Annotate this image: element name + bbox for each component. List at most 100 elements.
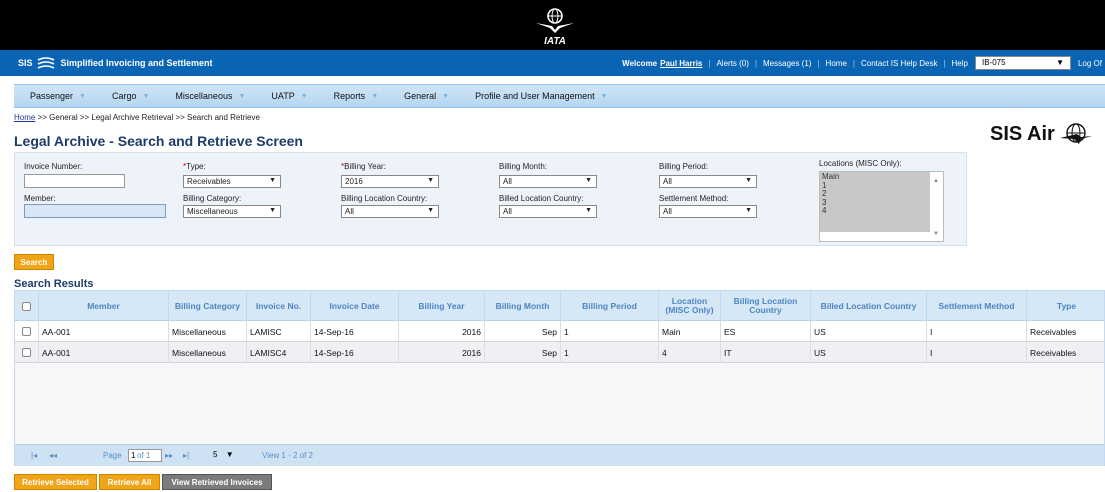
cell-member: AA-001 (39, 342, 169, 363)
page-title: Legal Archive - Search and Retrieve Scre… (14, 133, 303, 149)
col-invoice-date[interactable]: Invoice Date (311, 291, 399, 321)
nav-uatp[interactable]: UATP ▼ (255, 85, 317, 107)
header-bar: SIS Simplified Invoicing and Settlement … (0, 50, 1105, 76)
nav-label: Reports (333, 91, 366, 101)
breadcrumb-path: >> General >> Legal Archive Retrieval >>… (37, 113, 260, 122)
billing-location-country-select[interactable]: All ▼ (341, 205, 439, 218)
select-all-checkbox[interactable] (22, 301, 31, 311)
row-select (15, 342, 39, 363)
prev-page-icon[interactable]: ◂◂ (49, 451, 57, 460)
col-billing-location-country[interactable]: Billing Location Country (721, 291, 811, 321)
col-billed-location-country[interactable]: Billed Location Country (811, 291, 927, 321)
cell-billed-location-country: US (811, 321, 927, 342)
row-checkbox[interactable] (22, 348, 31, 357)
cell-type: Receivables (1030, 347, 1077, 358)
member-label: Member: (24, 194, 56, 203)
location-option[interactable]: 1 (822, 181, 928, 191)
cell-billing-month: Sep (485, 342, 561, 363)
alerts-link[interactable]: Alerts (0) (716, 59, 748, 68)
logoff-link[interactable]: Log Of (1078, 59, 1102, 68)
iata-logo: IATA (536, 8, 574, 46)
settlement-method-select[interactable]: All ▼ (659, 205, 757, 218)
cell-billing-period: 1 (561, 321, 659, 342)
cell-invoice-date: 14-Sep-16 (311, 342, 399, 363)
separator: | (817, 58, 820, 68)
billing-period-value: All (663, 177, 672, 186)
retrieve-all-button[interactable]: Retrieve All (99, 474, 160, 490)
col-settlement-method[interactable]: Settlement Method (927, 291, 1027, 321)
scroll-up-icon[interactable]: ▲ (933, 178, 939, 184)
home-link[interactable]: Home (826, 59, 847, 68)
billed-location-country-value: All (503, 207, 512, 216)
retrieve-selected-button[interactable]: Retrieve Selected (14, 474, 97, 490)
location-option[interactable]: 2 (822, 189, 928, 199)
member-input[interactable] (24, 204, 166, 218)
col-billing-year[interactable]: Billing Year (399, 291, 485, 321)
last-page-icon[interactable]: ▸| (183, 451, 189, 460)
billing-month-label: Billing Month: (499, 162, 548, 171)
locations-listbox[interactable]: Main 1 2 3 4 ▲ ▼ (819, 171, 944, 242)
type-select[interactable]: Receivables ▼ (183, 175, 281, 188)
chevron-down-icon: ▼ (585, 177, 592, 184)
sis-brand: SIS Simplified Invoicing and Settlement (18, 57, 213, 69)
chevron-down-icon: ▼ (585, 207, 592, 214)
view-retrieved-invoices-button[interactable]: View Retrieved Invoices (162, 474, 272, 490)
table-row[interactable]: AA-001 Miscellaneous LAMISC4 14-Sep-16 2… (15, 342, 1104, 363)
breadcrumb-home-link[interactable]: Home (14, 113, 35, 122)
nav-label: UATP (271, 91, 295, 101)
billing-location-country-value: All (345, 207, 354, 216)
separator: | (708, 58, 711, 68)
cell-billed-location-country: US (811, 342, 927, 363)
separator: | (943, 58, 946, 68)
billed-location-country-select[interactable]: All ▼ (499, 205, 597, 218)
invoice-number-input[interactable] (24, 174, 125, 188)
billing-year-select[interactable]: 2016 ▼ (341, 175, 439, 188)
col-invoice-no[interactable]: Invoice No. (247, 291, 311, 321)
member-code-select[interactable]: IB-075 ▼ (974, 56, 1071, 70)
messages-link[interactable]: Messages (1) (763, 59, 811, 68)
page-size-select[interactable]: 5 ▼ (211, 449, 247, 462)
billing-period-select[interactable]: All ▼ (659, 175, 757, 188)
next-page-icon[interactable]: ▸▸ (165, 451, 173, 460)
help-link[interactable]: Help (952, 59, 968, 68)
col-location[interactable]: Location (MISC Only) (659, 291, 721, 321)
cell-invoice-no: LAMISC (247, 321, 311, 342)
chevron-down-icon: ▼ (745, 207, 752, 214)
nav-label: General (404, 91, 437, 101)
nav-reports[interactable]: Reports ▼ (318, 85, 388, 107)
nav-general[interactable]: General ▼ (388, 85, 459, 107)
nav-cargo[interactable]: Cargo ▼ (96, 85, 159, 107)
chevron-down-icon: ▼ (142, 92, 150, 100)
billing-year-label-text: Billing Year: (344, 162, 386, 171)
col-type[interactable]: Type (1027, 291, 1105, 321)
col-billing-period[interactable]: Billing Period (561, 291, 659, 321)
billing-category-select[interactable]: Miscellaneous ▼ (183, 205, 281, 218)
scroll-down-icon[interactable]: ▼ (933, 231, 939, 237)
nav-profile[interactable]: Profile and User Management ▼ (459, 85, 618, 107)
nav-label: Miscellaneous (175, 91, 233, 101)
location-option[interactable]: 3 (822, 198, 928, 208)
chevron-down-icon: ▼ (79, 92, 86, 100)
spacer (0, 76, 1105, 84)
nav-miscellaneous[interactable]: Miscellaneous ▼ (159, 85, 255, 107)
col-member[interactable]: Member (39, 291, 169, 321)
nav-passenger[interactable]: Passenger ▼ (14, 85, 96, 107)
row-checkbox[interactable] (22, 327, 31, 336)
search-button[interactable]: Search (14, 254, 54, 270)
contact-link[interactable]: Contact IS Help Desk (861, 59, 937, 68)
location-option[interactable]: 4 (822, 206, 928, 216)
table-row[interactable]: AA-001 Miscellaneous LAMISC 14-Sep-16 20… (15, 321, 1104, 342)
chevron-down-icon: ▼ (300, 92, 308, 100)
col-billing-category[interactable]: Billing Category (169, 291, 247, 321)
billing-month-value: All (503, 177, 512, 186)
billing-month-select[interactable]: All ▼ (499, 175, 597, 188)
first-page-icon[interactable]: |◂ (31, 451, 37, 460)
col-billing-month[interactable]: Billing Month (485, 291, 561, 321)
cell-type: Receivables (1030, 326, 1077, 337)
nav-label: Cargo (111, 91, 137, 101)
chevron-down-icon: ▼ (1056, 58, 1064, 67)
page-size-value: 5 (213, 450, 218, 459)
separator: | (754, 58, 757, 68)
location-option[interactable]: Main (822, 172, 928, 182)
user-name-link[interactable]: Paul Harris (660, 59, 702, 68)
